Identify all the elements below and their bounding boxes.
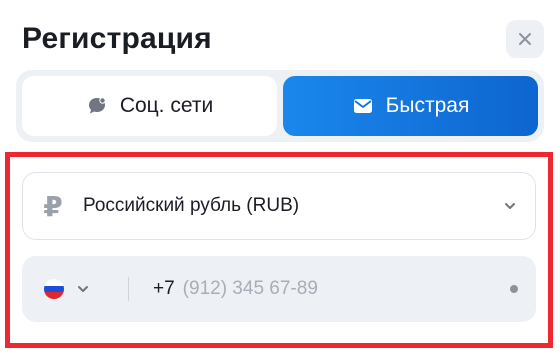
chat-bubble-icon xyxy=(86,95,108,117)
divider xyxy=(128,277,129,301)
chevron-down-icon xyxy=(485,199,535,213)
tab-quick[interactable]: Быстрая xyxy=(283,76,538,136)
chevron-down-icon xyxy=(76,282,90,296)
phone-country-code: +7 xyxy=(153,278,175,299)
phone-field: +7 xyxy=(22,256,536,322)
ruble-icon: ₽ xyxy=(43,190,63,222)
registration-method-tabs: Соц. сети Быстрая xyxy=(16,70,544,142)
currency-selected-value: Российский рубль (RUB) xyxy=(83,195,300,216)
envelope-icon xyxy=(352,95,374,117)
status-dot xyxy=(510,285,518,293)
tab-social[interactable]: Соц. сети xyxy=(22,76,277,136)
russia-flag-icon xyxy=(44,279,64,299)
currency-select[interactable]: ₽ Российский рубль (RUB) xyxy=(22,172,536,240)
tab-quick-label: Быстрая xyxy=(385,94,470,117)
tab-social-label: Соц. сети xyxy=(119,94,214,117)
dialog-title: Регистрация xyxy=(22,22,212,55)
country-code-picker[interactable] xyxy=(22,279,118,299)
phone-input[interactable] xyxy=(182,278,473,300)
close-icon xyxy=(519,33,531,45)
close-button[interactable] xyxy=(506,20,544,58)
